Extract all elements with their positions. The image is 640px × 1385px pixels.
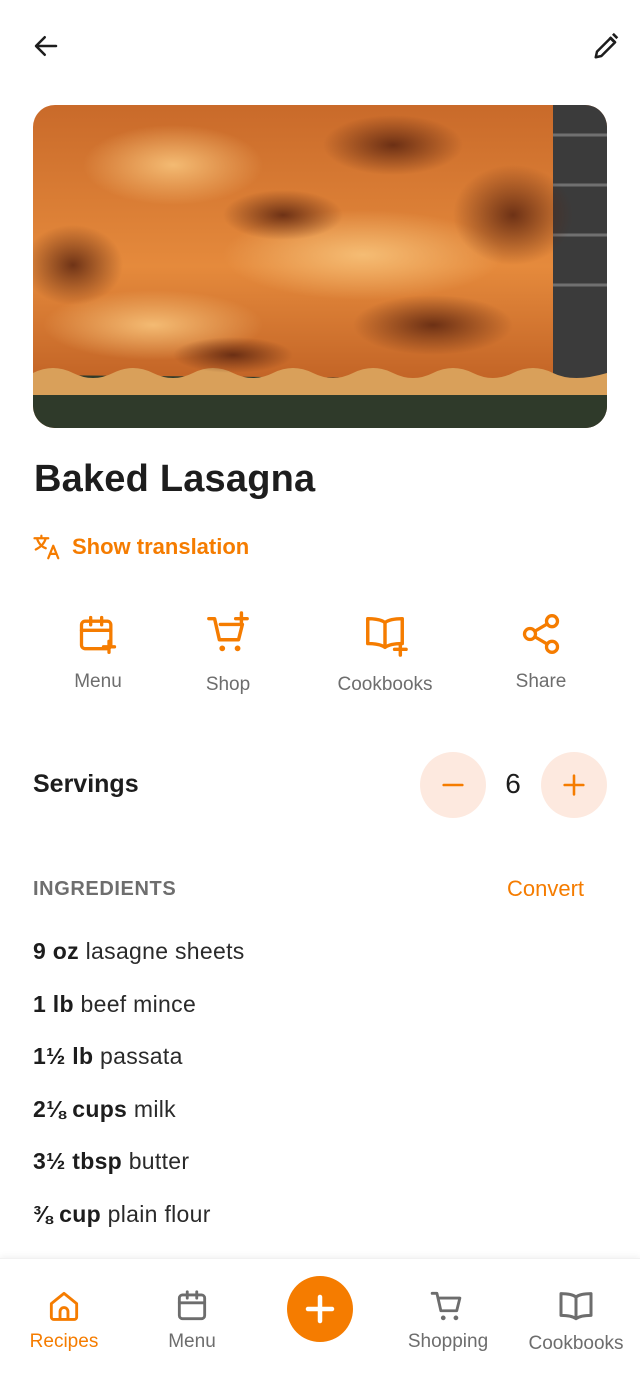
share-action-label: Share bbox=[515, 671, 567, 692]
recipe-actions: Menu Shop Cookbooks Share bbox=[0, 605, 640, 705]
ingredients-list: 9 oz lasagne sheets 1 lb beef mince 1½ l… bbox=[33, 933, 607, 1258]
pencil-icon bbox=[594, 32, 619, 59]
show-translation-button[interactable]: Show translation bbox=[32, 530, 249, 564]
top-app-bar bbox=[0, 0, 640, 92]
cookbooks-action-label: Cookbooks bbox=[337, 674, 433, 695]
ingredient-qty: 3½ tbsp bbox=[33, 1148, 123, 1174]
convert-button[interactable]: Convert bbox=[507, 876, 584, 902]
recipe-photo bbox=[33, 105, 607, 428]
ingredients-heading: INGREDIENTS bbox=[33, 878, 177, 900]
ingredient-qty: 1 lb bbox=[33, 990, 74, 1017]
calendar-icon bbox=[177, 1290, 207, 1321]
nav-shopping[interactable]: Shopping bbox=[384, 1287, 512, 1353]
recipe-title: Baked Lasagna bbox=[34, 458, 316, 500]
nav-menu-label: Menu bbox=[168, 1331, 216, 1352]
nav-recipes-label: Recipes bbox=[29, 1331, 99, 1352]
ingredient-item: 2⅛ cups milk bbox=[33, 1091, 607, 1144]
ingredient-item: 1½ lb passata bbox=[33, 1038, 607, 1091]
ingredient-qty: ⅜ cup bbox=[33, 1200, 101, 1227]
ingredient-qty: 1½ lb bbox=[33, 1043, 94, 1069]
nav-cookbooks-label: Cookbooks bbox=[528, 1333, 624, 1354]
nav-recipes[interactable]: Recipes bbox=[0, 1287, 128, 1353]
book-icon bbox=[559, 1292, 593, 1321]
ingredient-name: butter bbox=[128, 1148, 190, 1174]
servings-label: Servings bbox=[33, 770, 139, 798]
ingredient-qty: 9 oz bbox=[33, 938, 79, 964]
arrow-left-icon bbox=[34, 36, 58, 56]
ingredient-name: lasagne sheets bbox=[85, 938, 245, 964]
translate-icon bbox=[33, 534, 60, 560]
minus-icon bbox=[442, 783, 464, 787]
bottom-navigation: Recipes Menu Shopping Cookbooks bbox=[0, 1258, 640, 1385]
decrease-servings-button[interactable] bbox=[420, 752, 486, 818]
share-icon bbox=[522, 614, 560, 654]
ingredient-qty: 2⅛ cups bbox=[33, 1095, 128, 1122]
edit-button[interactable] bbox=[583, 22, 631, 70]
plus-icon bbox=[563, 774, 585, 796]
book-plus-icon bbox=[366, 616, 408, 657]
ingredient-item: 1 lb beef mince bbox=[33, 986, 607, 1039]
ingredient-name: plain flour bbox=[107, 1200, 211, 1227]
cart-icon bbox=[430, 1291, 462, 1321]
menu-action-label: Menu bbox=[74, 671, 122, 692]
cart-plus-icon bbox=[207, 611, 249, 652]
ingredient-item: ⅜ cup plain flour bbox=[33, 1196, 607, 1249]
nav-shopping-label: Shopping bbox=[407, 1331, 489, 1352]
servings-row: Servings 6 bbox=[0, 748, 640, 820]
servings-count: 6 bbox=[505, 768, 521, 799]
nav-cookbooks[interactable]: Cookbooks bbox=[512, 1287, 640, 1355]
nav-menu[interactable]: Menu bbox=[128, 1287, 256, 1353]
add-to-cookbook-button[interactable]: Cookbooks bbox=[315, 605, 455, 696]
plus-icon bbox=[305, 1294, 335, 1324]
ingredient-name: beef mince bbox=[80, 990, 197, 1017]
show-translation-label: Show translation bbox=[72, 534, 250, 559]
add-to-menu-button[interactable]: Menu bbox=[28, 605, 168, 693]
ingredient-name: milk bbox=[133, 1095, 176, 1122]
ingredient-name: passata bbox=[100, 1043, 183, 1069]
back-button[interactable] bbox=[22, 22, 70, 70]
home-icon bbox=[49, 1291, 79, 1321]
shop-action-label: Shop bbox=[205, 674, 251, 695]
increase-servings-button[interactable] bbox=[541, 752, 607, 818]
add-to-shopping-button[interactable]: Shop bbox=[158, 605, 298, 696]
ingredient-item: 9 oz lasagne sheets bbox=[33, 933, 607, 986]
ingredient-item: 3½ tbsp butter bbox=[33, 1143, 607, 1196]
share-button[interactable]: Share bbox=[471, 605, 611, 693]
calendar-plus-icon bbox=[79, 615, 117, 654]
add-recipe-button[interactable] bbox=[287, 1276, 353, 1342]
